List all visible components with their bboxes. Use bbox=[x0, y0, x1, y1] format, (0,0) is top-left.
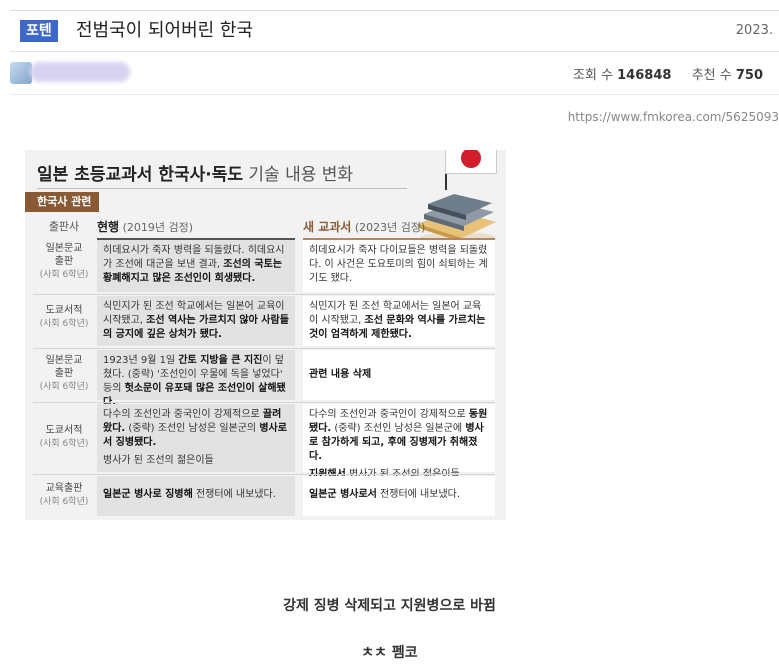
row2-grade: (사회 6학년) bbox=[39, 319, 89, 329]
recommend-label: 추천 수 bbox=[691, 68, 732, 83]
infographic-title-light: 기술 내용 변화 bbox=[242, 165, 354, 185]
row5-publisher: 교육출판 (사회 6학년) bbox=[33, 482, 95, 509]
row4-new-text2: (중략) 조선인 남성은 일본군에 bbox=[331, 423, 466, 434]
post-caption: 강제 징병 삭제되고 지원병으로 바뀜 bbox=[283, 598, 496, 614]
row1-publisher: 일본문교 출판 (사회 6학년) bbox=[33, 242, 95, 282]
flag-sun bbox=[461, 150, 481, 168]
row5-new-bold: 일본군 병사로서 bbox=[309, 489, 377, 500]
row-separator bbox=[33, 294, 495, 295]
row4-new: 다수의 조선인과 중국인이 강제적으로 동원됐다. (중략) 조선인 남성은 일… bbox=[303, 404, 495, 480]
row-separator bbox=[33, 474, 495, 475]
row3-current-text: 1923년 9월 1일 bbox=[103, 355, 179, 366]
row1-current: 히데요시가 죽자 병력을 되돌렸다. 히데요시가 조선에 대군을 보낸 결과, … bbox=[97, 240, 295, 292]
row4-grade: (사회 6학년) bbox=[39, 439, 89, 449]
post-title[interactable]: 전범국이 되어버린 한국 bbox=[76, 19, 253, 43]
row5-current-text: 전쟁터에 내보냈다. bbox=[192, 489, 276, 500]
header-new-label: 새 교과서 bbox=[303, 220, 352, 234]
post-date: 2023. bbox=[735, 23, 773, 38]
category-tag: 한국사 관련 bbox=[25, 192, 100, 212]
row4-current-text2: (중략) 조선인 남성은 일본군의 bbox=[125, 423, 260, 434]
row1-grade: (사회 6학년) bbox=[39, 270, 89, 280]
author-bar: 조회 수 146848 추천 수 750 bbox=[10, 52, 779, 95]
views-count: 146848 bbox=[617, 68, 672, 83]
row4-publisher-name: 도쿄서적 bbox=[45, 425, 83, 436]
views-label: 조회 수 bbox=[572, 68, 613, 83]
row4-current-extra: 병사가 된 조선의 젊은이들 bbox=[103, 455, 214, 466]
row1-publisher-name: 일본문교 bbox=[45, 243, 83, 254]
row2-current: 식민지가 된 조선 학교에서는 일본어 교육이 시작됐고, 조선 역사는 가르치… bbox=[97, 296, 295, 346]
row3-publisher-name2: 출판 bbox=[54, 368, 74, 379]
row3-current: 1923년 9월 1일 간토 지방을 큰 지진이 덮쳤다. (중략) '조선인이… bbox=[97, 350, 295, 408]
title-underline bbox=[37, 188, 407, 189]
row-separator bbox=[33, 402, 495, 403]
row1-publisher-name2: 출판 bbox=[54, 256, 74, 267]
row3-publisher-name: 일본문교 bbox=[45, 355, 83, 366]
header-current: 현행 (2019년 검정) bbox=[97, 216, 295, 238]
row3-new-bold: 관련 내용 삭제 bbox=[309, 369, 372, 380]
header-current-label: 현행 bbox=[97, 220, 120, 234]
post-stats: 조회 수 146848 추천 수 750 bbox=[573, 64, 763, 83]
header-publisher: 출판사 bbox=[48, 220, 80, 233]
header-current-note: (2019년 검정) bbox=[119, 221, 194, 234]
row4-current: 다수의 조선인과 중국인이 강제적으로 끌려왔다. (중략) 조선인 남성은 일… bbox=[97, 404, 295, 472]
infographic-title: 일본 초등교과서 한국사·독도 기술 내용 변화 bbox=[37, 160, 353, 185]
japan-flag-icon bbox=[445, 150, 497, 174]
row4-current-text: 다수의 조선인과 중국인이 강제적으로 bbox=[103, 409, 263, 420]
row2-publisher: 도쿄서적 (사회 6학년) bbox=[33, 304, 95, 331]
avatar-icon[interactable] bbox=[10, 62, 32, 84]
infographic-title-strong: 일본 초등교과서 한국사·독도 bbox=[37, 165, 243, 185]
post-title-bar: 포텐 전범국이 되어버린 한국 2023. bbox=[10, 10, 779, 52]
row5-grade: (사회 6학년) bbox=[39, 497, 89, 507]
row2-new: 식민지가 된 조선 학교에서는 일본어 교육이 시작됐고, 조선 문화와 역사를… bbox=[303, 296, 495, 346]
row5-current-bold: 일본군 병사로 징병해 bbox=[103, 489, 193, 500]
row3-publisher: 일본문교 출판 (사회 6학년) bbox=[33, 354, 95, 394]
header-new-note: (2023년 검정) bbox=[351, 221, 426, 234]
author-nickname-redacted[interactable] bbox=[30, 62, 130, 82]
row5-new-text: 전쟁터에 내보냈다. bbox=[376, 489, 461, 500]
row1-new-text: 히데요시가 죽자 다이묘들은 병력을 되돌렸다. 이 사건은 도요토미의 힘이 … bbox=[309, 245, 488, 284]
news-infographic: 일본 초등교과서 한국사·독도 기술 내용 변화 한국사 관련 출판사 현행 (… bbox=[25, 150, 506, 520]
row4-new-text: 다수의 조선인과 중국인이 강제적으로 bbox=[309, 409, 469, 420]
potent-badge[interactable]: 포텐 bbox=[20, 20, 58, 42]
row4-publisher: 도쿄서적 (사회 6학년) bbox=[33, 424, 95, 451]
row2-publisher-name: 도쿄서적 bbox=[45, 305, 83, 316]
source-url[interactable]: https://www.fmkorea.com/5625093 bbox=[568, 110, 779, 124]
row5-publisher-name: 교육출판 bbox=[45, 483, 83, 494]
row3-new: 관련 내용 삭제 bbox=[303, 350, 495, 400]
row3-current-bold: 간토 지방을 큰 지진 bbox=[178, 355, 263, 366]
row5-current: 일본군 병사로 징병해 전쟁터에 내보냈다. bbox=[97, 476, 295, 516]
row1-new: 히데요시가 죽자 다이묘들은 병력을 되돌렸다. 이 사건은 도요토미의 힘이 … bbox=[303, 240, 495, 292]
post-source-credit: ㅊㅊ 펨코 bbox=[361, 645, 418, 661]
header-new: 새 교과서 (2023년 검정) bbox=[303, 216, 495, 238]
row3-grade: (사회 6학년) bbox=[39, 382, 89, 392]
row5-new: 일본군 병사로서 전쟁터에 내보냈다. bbox=[303, 476, 495, 516]
recommend-count: 750 bbox=[735, 68, 763, 83]
row-separator bbox=[33, 348, 495, 349]
